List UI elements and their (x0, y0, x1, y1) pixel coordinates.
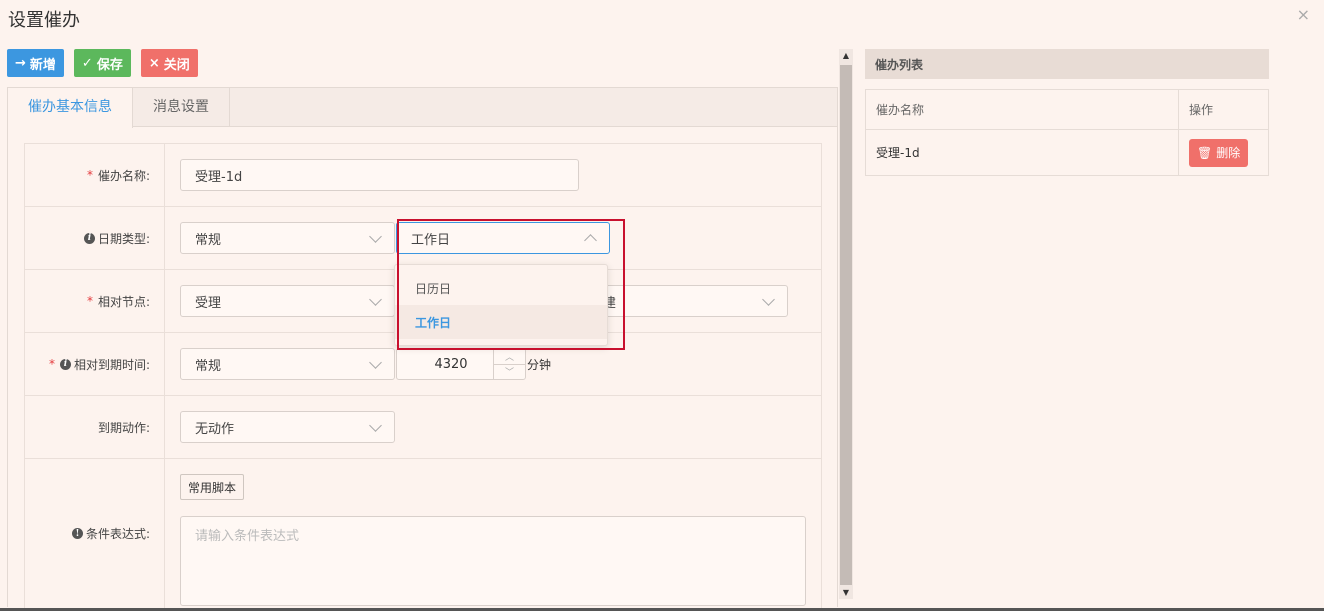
expire-action-label-cell: 到期动作: (25, 396, 165, 458)
scroll-up-icon[interactable]: ▲ (839, 51, 853, 60)
minutes-unit: 分钟 (527, 357, 552, 372)
scroll-down-icon[interactable]: ▼ (839, 588, 853, 597)
table-header-row: 催办名称 操作 (866, 90, 1268, 130)
table-row: 受理-1d 🗑 删除 (866, 130, 1268, 175)
expire-action-label: 到期动作: (97, 420, 150, 435)
info-icon: i (59, 358, 71, 370)
name-label-cell: * 催办名称: (25, 144, 165, 206)
increment-icon[interactable]: ︿ (494, 349, 525, 365)
chevron-down-icon (762, 292, 775, 306)
required-mark: * (86, 294, 93, 308)
add-button-label: 新增 (29, 57, 56, 73)
relative-time-select-value: 常规 (195, 358, 222, 374)
relative-node-label-cell: * 相对节点: (25, 270, 165, 332)
date-type-select[interactable]: 常规 (180, 222, 395, 254)
check-icon: ✓ (81, 55, 93, 71)
chevron-up-icon (584, 233, 597, 247)
date-type-label: 日期类型: (97, 231, 150, 246)
required-mark: * (86, 168, 93, 182)
day-kind-dropdown: 日历日 工作日 (394, 264, 608, 346)
trash-icon: 🗑 (1197, 145, 1213, 160)
form-row-date-type: i 日期类型: 常规 工作日 (25, 207, 821, 270)
form-row-name: * 催办名称: 受理-1d (25, 144, 821, 207)
tabs-panel: 催办基本信息 消息设置 * 催办名称: 受理-1d i 日期类型: 常规 工作日… (7, 87, 838, 609)
row-name-cell: 受理-1d (866, 130, 1179, 175)
alert-icon: ! (71, 528, 83, 539)
close-icon: × (148, 55, 160, 71)
dropdown-option-calendar-day[interactable]: 日历日 (395, 271, 607, 305)
dropdown-option-work-day[interactable]: 工作日 (395, 305, 607, 339)
condition-label-cell: ! 条件表达式: (25, 459, 165, 608)
chevron-down-icon (369, 355, 382, 369)
tab-basic-info[interactable]: 催办基本信息 (8, 88, 133, 128)
close-button[interactable]: × 关闭 (140, 49, 198, 77)
close-icon[interactable]: × (1297, 5, 1310, 24)
relative-time-label: 相对到期时间: (73, 357, 150, 372)
condition-textarea[interactable]: 请输入条件表达式 (180, 516, 806, 606)
row-action-cell: 🗑 删除 (1179, 130, 1268, 175)
arrow-right-icon: → (15, 55, 26, 71)
reminder-list-panel: 催办列表 催办名称 操作 受理-1d 🗑 删除 (865, 49, 1269, 176)
toolbar: → 新增 ✓ 保存 × 关闭 (7, 49, 198, 77)
form-row-expire-action: 到期动作: 无动作 (25, 396, 821, 459)
date-type-field-cell: 常规 工作日 (165, 207, 821, 269)
relative-node-label: 相对节点: (97, 294, 150, 309)
date-type-select-value: 常规 (195, 232, 222, 248)
info-icon: i (83, 232, 95, 244)
common-scripts-button[interactable]: 常用脚本 (180, 474, 245, 500)
relative-time-select[interactable]: 常规 (180, 348, 395, 380)
chevron-down-icon (369, 229, 382, 243)
expire-action-select[interactable]: 无动作 (180, 411, 395, 443)
condition-label: 条件表达式: (85, 527, 150, 541)
required-mark: * (48, 357, 55, 371)
expire-action-field-cell: 无动作 (165, 396, 821, 458)
scrollbar[interactable]: ▲ ▼ (839, 49, 853, 599)
decrement-icon[interactable]: ﹀ (494, 365, 525, 380)
day-kind-select[interactable]: 工作日 (396, 222, 610, 254)
close-button-label: 关闭 (163, 57, 190, 73)
relative-time-label-cell: * i 相对到期时间: (25, 333, 165, 395)
save-button-label: 保存 (96, 57, 123, 73)
relative-node-select-value: 受理 (195, 295, 222, 311)
name-input[interactable]: 受理-1d (180, 159, 579, 191)
expire-action-select-value: 无动作 (195, 421, 235, 437)
save-button[interactable]: ✓ 保存 (73, 49, 131, 77)
name-label: 催办名称: (97, 168, 150, 183)
scrollbar-thumb[interactable] (840, 65, 852, 585)
delete-button[interactable]: 🗑 删除 (1189, 138, 1249, 167)
date-type-label-cell: i 日期类型: (25, 207, 165, 269)
tab-message-settings[interactable]: 消息设置 (133, 88, 230, 126)
day-kind-select-value: 工作日 (411, 232, 451, 248)
form-row-condition: ! 条件表达式: 常用脚本 请输入条件表达式 (25, 459, 821, 609)
chevron-down-icon (369, 292, 382, 306)
stepper-buttons: ︿ ﹀ (493, 349, 525, 379)
reminder-table: 催办名称 操作 受理-1d 🗑 删除 (865, 89, 1269, 176)
condition-field-cell: 常用脚本 请输入条件表达式 (165, 459, 821, 608)
column-header-name: 催办名称 (866, 90, 1179, 129)
reminder-form: * 催办名称: 受理-1d i 日期类型: 常规 工作日 * 相对节点: 受理 … (24, 143, 822, 609)
tab-bar: 催办基本信息 消息设置 (8, 88, 837, 128)
name-field-cell: 受理-1d (165, 144, 821, 206)
relative-node-select[interactable]: 受理 (180, 285, 395, 317)
minutes-stepper[interactable]: 4320 ︿ ﹀ (396, 348, 526, 380)
list-title: 催办列表 (865, 49, 1269, 79)
add-button[interactable]: → 新增 (7, 49, 64, 77)
chevron-down-icon (369, 418, 382, 432)
dialog-title: 设置催办 (8, 10, 80, 31)
column-header-action: 操作 (1189, 103, 1214, 117)
delete-button-label: 删除 (1216, 146, 1241, 160)
